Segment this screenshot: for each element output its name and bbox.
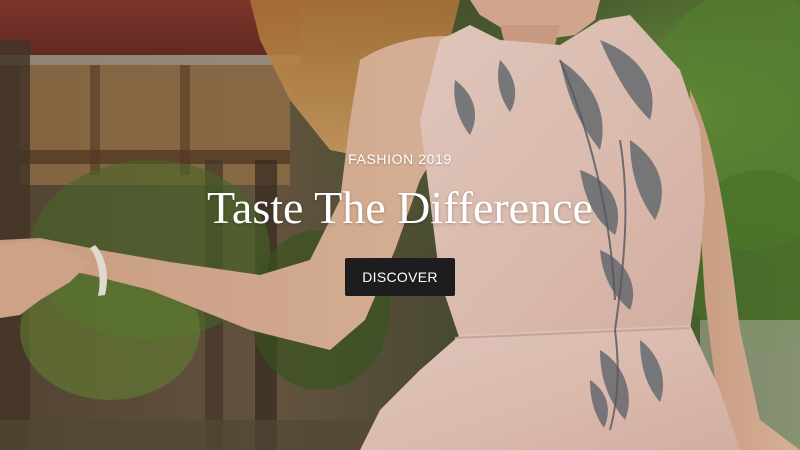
- hero-eyebrow: FASHION 2019: [348, 151, 452, 167]
- hero-content: FASHION 2019 Taste The Difference DISCOV…: [0, 150, 800, 296]
- discover-button[interactable]: DISCOVER: [345, 258, 455, 296]
- hero-banner: FASHION 2019 Taste The Difference DISCOV…: [0, 0, 800, 450]
- hero-title: Taste The Difference: [207, 182, 593, 233]
